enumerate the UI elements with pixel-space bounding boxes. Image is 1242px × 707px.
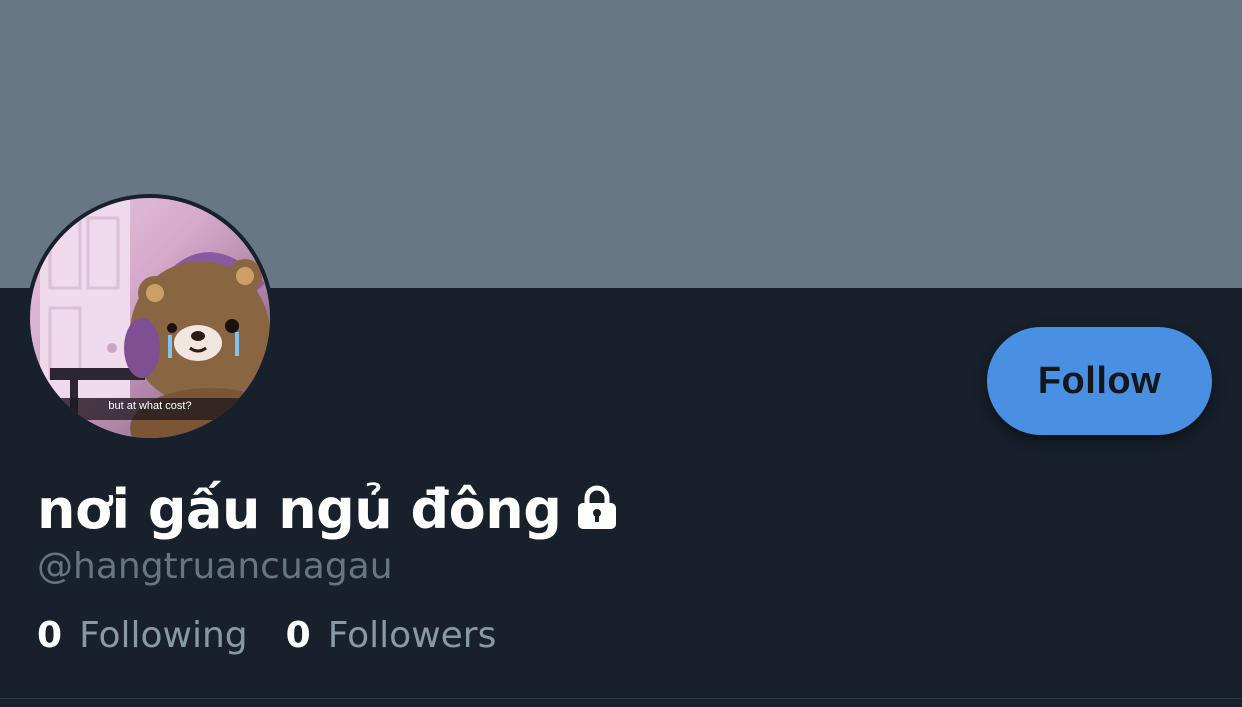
following-count: 0 xyxy=(37,615,63,656)
user-handle: @hangtruancuagau xyxy=(37,546,393,587)
avatar-image: but at what cost? xyxy=(30,198,270,438)
avatar-caption: but at what cost? xyxy=(108,400,192,412)
followers-stat[interactable]: 0 Followers xyxy=(286,615,497,656)
display-name-row: nơi gấu ngủ đông xyxy=(37,474,621,544)
followers-label: Followers xyxy=(327,615,497,656)
profile-stats: 0 Following 0 Followers xyxy=(37,615,534,656)
divider xyxy=(0,698,1242,699)
following-label: Following xyxy=(79,615,248,656)
avatar[interactable]: but at what cost? xyxy=(26,194,274,442)
lock-icon xyxy=(573,483,621,536)
following-stat[interactable]: 0 Following xyxy=(37,615,248,656)
follow-button[interactable]: Follow xyxy=(987,327,1212,435)
followers-count: 0 xyxy=(285,615,311,656)
display-name: nơi gấu ngủ đông xyxy=(37,477,562,541)
